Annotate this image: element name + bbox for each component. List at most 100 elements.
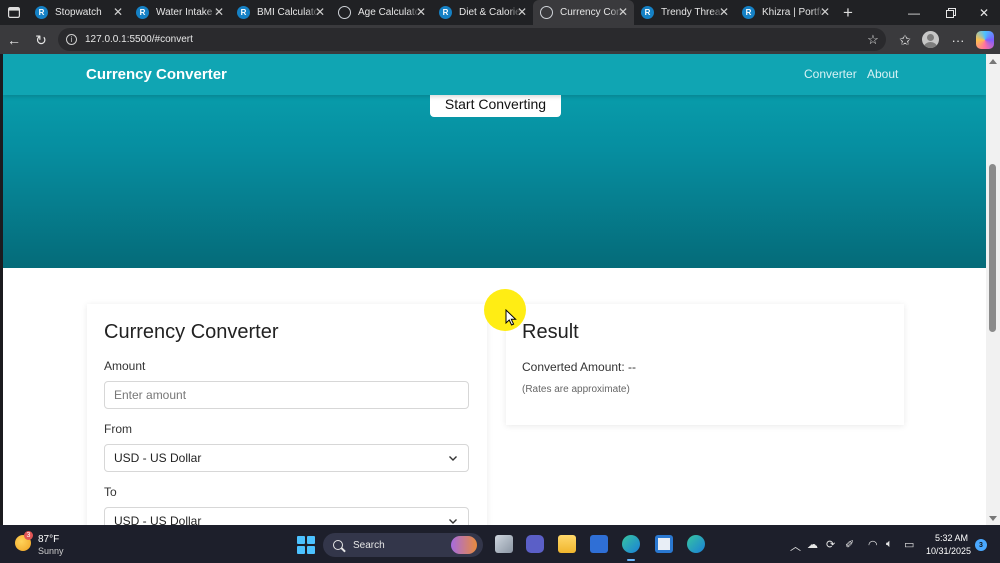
replit-favicon-icon: R [742, 6, 755, 19]
globe-icon [338, 6, 351, 19]
close-tab-icon[interactable]: ✕ [618, 5, 628, 19]
close-tab-icon[interactable]: ✕ [315, 5, 325, 19]
close-tab-icon[interactable]: ✕ [820, 5, 830, 19]
notification-badge[interactable]: 3 [975, 539, 987, 551]
replit-favicon-icon: R [439, 6, 452, 19]
page-viewport: Start Converting Currency Converter Conv… [3, 54, 986, 525]
restore-icon[interactable] [934, 0, 968, 25]
clock-date[interactable]: 10/31/2025 [926, 546, 971, 556]
tab-label: Water Intake C [156, 7, 218, 18]
mouse-pointer-icon [505, 309, 517, 326]
chevron-down-icon [449, 456, 457, 461]
result-card: Result Converted Amount: -- (Rates are a… [506, 304, 904, 425]
close-tab-icon[interactable]: ✕ [214, 5, 224, 19]
teams-chat-icon[interactable] [526, 535, 544, 553]
edge-dev-icon[interactable] [687, 535, 705, 553]
tab-currency-converter[interactable]: Currency Conv ✕ [533, 0, 634, 25]
replit-favicon-icon: R [237, 6, 250, 19]
tab-label: Trendy Thread [661, 7, 723, 18]
browser-tab-strip: R Stopwatch ✕ R Water Intake C ✕ R BMI C… [0, 0, 1000, 25]
tab-stopwatch[interactable]: R Stopwatch ✕ [28, 0, 129, 25]
close-tab-icon[interactable]: ✕ [416, 5, 426, 19]
wifi-icon[interactable]: ◠ [868, 538, 878, 551]
browser-toolbar: ← ↻ i 127.0.0.1:5500/#convert ☆ ✩ ··· [0, 25, 1000, 54]
tab-age-calculator[interactable]: Age Calculator ✕ [331, 0, 432, 25]
more-menu-icon[interactable]: ··· [947, 29, 969, 51]
amount-label: Amount [104, 359, 146, 373]
cloud-icon[interactable]: ☁ [807, 538, 818, 551]
taskbar-search[interactable]: Search [323, 533, 483, 557]
from-currency-value: USD - US Dollar [114, 451, 202, 465]
tab-diet-calorie[interactable]: R Diet & Calorie ✕ [432, 0, 533, 25]
close-tab-icon[interactable]: ✕ [113, 5, 123, 19]
converter-card: Currency Converter Amount Enter amount F… [87, 304, 487, 525]
tab-label: Currency Conv [560, 7, 622, 18]
refresh-icon[interactable]: ↻ [30, 29, 52, 51]
search-icon [333, 540, 343, 550]
new-tab-plus-icon[interactable]: + [836, 0, 860, 25]
battery-icon[interactable]: ▭ [904, 538, 914, 551]
nav-link-converter[interactable]: Converter [804, 67, 857, 81]
task-view-icon[interactable] [495, 535, 513, 553]
site-navbar: Currency Converter Converter About [3, 54, 986, 95]
windows-taskbar: 3 87°F Sunny Search ︿ ☁ ⟳ ✐ ◠ 🔈︎ ▭ 5:32 … [0, 525, 1000, 563]
tab-bmi-calculator[interactable]: R BMI Calculator ✕ [230, 0, 331, 25]
edge-browser-icon[interactable] [622, 535, 640, 561]
favorite-star-icon[interactable]: ☆ [862, 29, 884, 51]
amount-input[interactable]: Enter amount [104, 381, 469, 409]
speaker-icon[interactable]: 🔈︎ [886, 538, 893, 551]
tab-label: Diet & Calorie [459, 7, 521, 18]
clock-time[interactable]: 5:32 AM [935, 533, 968, 543]
show-hidden-icons-chevron-icon[interactable]: ︿ [790, 538, 801, 554]
weather-condition[interactable]: Sunny [38, 546, 64, 556]
windows-start-icon[interactable] [297, 536, 315, 554]
weather-badge: 3 [24, 531, 33, 540]
screen-capture-icon[interactable] [655, 535, 673, 553]
close-window-icon[interactable]: ✕ [967, 0, 1000, 25]
replit-favicon-icon: R [35, 6, 48, 19]
file-explorer-icon[interactable] [558, 535, 576, 553]
converter-title: Currency Converter [104, 321, 279, 343]
minimize-icon[interactable]: — [897, 0, 931, 25]
favorites-list-icon[interactable]: ✩ [894, 29, 916, 51]
sync-icon[interactable]: ⟳ [826, 538, 835, 551]
tab-label: Age Calculator [358, 7, 420, 18]
brand-logo-text[interactable]: Currency Converter [86, 66, 227, 83]
tab-label: Khizra | Portfo [762, 7, 824, 18]
scroll-up-arrow-icon[interactable] [989, 59, 997, 64]
profile-avatar-icon[interactable] [922, 31, 939, 48]
replit-favicon-icon: R [136, 6, 149, 19]
tab-khizra-portfolio[interactable]: R Khizra | Portfo ✕ [735, 0, 836, 25]
to-currency-select[interactable]: USD - US Dollar [104, 507, 469, 525]
close-tab-icon[interactable]: ✕ [719, 5, 729, 19]
copilot-icon[interactable] [976, 31, 994, 49]
replit-favicon-icon: R [641, 6, 654, 19]
search-highlight-icon [451, 536, 477, 554]
close-tab-icon[interactable]: ✕ [517, 5, 527, 19]
nav-link-about[interactable]: About [867, 67, 898, 81]
scroll-down-arrow-icon[interactable] [989, 516, 997, 521]
globe-icon [540, 6, 553, 19]
pen-icon[interactable]: ✐ [845, 538, 854, 551]
url-text: 127.0.0.1:5500/#convert [85, 34, 193, 45]
search-label: Search [353, 539, 385, 551]
tab-actions-menu-icon[interactable] [0, 0, 28, 25]
from-label: From [104, 422, 132, 436]
chevron-down-icon [449, 519, 457, 524]
to-currency-value: USD - US Dollar [114, 514, 202, 525]
converted-amount-text: Converted Amount: -- [522, 360, 637, 374]
tab-water-intake[interactable]: R Water Intake C ✕ [129, 0, 230, 25]
rates-note: (Rates are approximate) [522, 384, 630, 395]
weather-temperature[interactable]: 87°F [38, 534, 59, 545]
page-scrollbar[interactable] [986, 54, 1000, 525]
result-title: Result [522, 321, 579, 343]
tab-label: Stopwatch [55, 7, 102, 18]
site-info-icon[interactable]: i [66, 34, 77, 45]
scrollbar-thumb[interactable] [989, 164, 996, 332]
back-arrow-icon[interactable]: ← [3, 29, 25, 51]
address-bar[interactable]: i 127.0.0.1:5500/#convert [58, 28, 886, 51]
from-currency-select[interactable]: USD - US Dollar [104, 444, 469, 472]
microsoft-store-icon[interactable] [590, 535, 608, 553]
tab-trendy-thread[interactable]: R Trendy Thread ✕ [634, 0, 735, 25]
to-label: To [104, 485, 117, 499]
